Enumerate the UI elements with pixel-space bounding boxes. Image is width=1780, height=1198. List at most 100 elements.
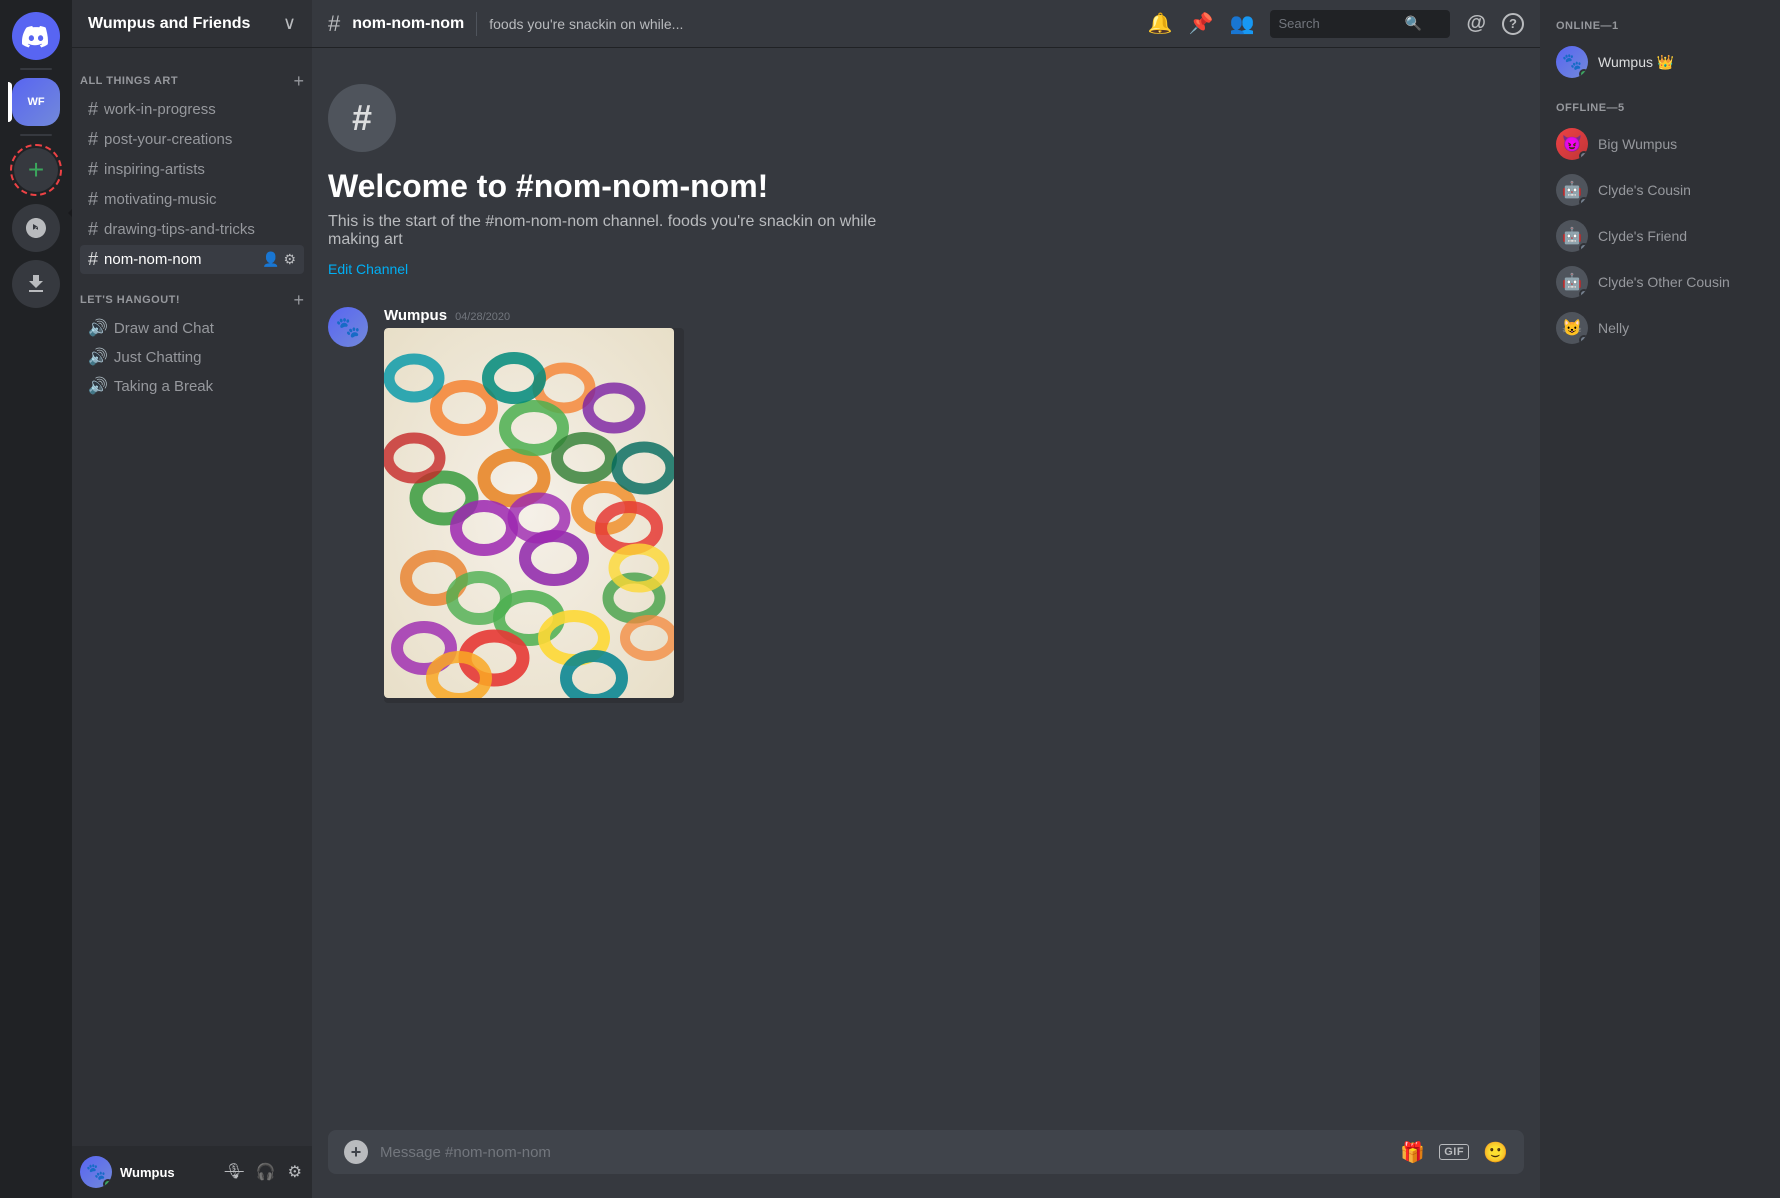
server-name-bar[interactable]: Wumpus and Friends ∨ <box>72 0 312 48</box>
offline-section-title: OFFLINE—5 <box>1548 86 1772 122</box>
channel-motivating-music[interactable]: # motivating-music <box>80 185 304 214</box>
member-clydes-other-cousin[interactable]: 🤖 Clyde's Other Cousin <box>1548 260 1772 304</box>
clydes-friend-emoji: 🤖 <box>1562 226 1582 246</box>
channel-sidebar: Wumpus and Friends ∨ ALL THINGS ART + # … <box>72 0 312 1198</box>
channel-nom-nom-nom[interactable]: # nom-nom-nom 👤 ⚙ <box>80 245 304 274</box>
channel-header-hash-icon: # <box>328 11 340 37</box>
server-divider <box>20 68 52 70</box>
category-lets-hangout-label: LET'S HANGOUT! <box>80 294 180 306</box>
channel-welcome-icon: # <box>328 84 396 152</box>
member-wumpus[interactable]: 🐾 Wumpus 👑 <box>1548 40 1772 84</box>
channel-messages: # Welcome to #nom-nom-nom! This is the s… <box>312 48 1540 1130</box>
clydes-cousin-name: Clyde's Cousin <box>1598 182 1691 198</box>
user-bar-controls: 🎙 🎧 ⚙ <box>223 1160 304 1184</box>
header-divider <box>476 12 477 36</box>
server-wumpus-icon[interactable]: WF <box>12 78 60 126</box>
wumpus-name: Wumpus 👑 <box>1598 54 1674 71</box>
channel-inspiring-artists[interactable]: # inspiring-artists <box>80 155 304 184</box>
help-icon[interactable]: ? <box>1502 13 1524 35</box>
category-add-voice-icon[interactable]: + <box>293 291 304 309</box>
message-image <box>384 328 684 703</box>
notification-bell-icon[interactable]: 🔔 <box>1148 11 1173 36</box>
nelly-avatar: 😺 <box>1556 312 1588 344</box>
main-content: # nom-nom-nom foods you're snackin on wh… <box>312 0 1540 1198</box>
channel-invite-icon[interactable]: 👤 <box>262 251 279 268</box>
author-avatar-emoji: 🐾 <box>336 315 361 340</box>
welcome-hash-icon: # <box>352 97 372 139</box>
emoji-picker-icon[interactable]: 🙂 <box>1483 1140 1508 1165</box>
channel-header-name: nom-nom-nom <box>352 15 464 33</box>
channel-header-desc: foods you're snackin on while... <box>489 16 1136 32</box>
server-initials: WF <box>27 96 44 108</box>
clydes-other-cousin-emoji: 🤖 <box>1562 272 1582 292</box>
category-all-things-art[interactable]: ALL THINGS ART + <box>72 56 312 94</box>
deafen-headphones-button[interactable]: 🎧 <box>254 1160 278 1184</box>
wumpus-online-dot <box>1579 69 1588 78</box>
members-sidebar: ONLINE—1 🐾 Wumpus 👑 OFFLINE—5 😈 Big Wump… <box>1540 0 1780 1198</box>
clydes-friend-offline-dot <box>1579 243 1588 252</box>
server-name: Wumpus and Friends <box>88 15 250 33</box>
nelly-offline-dot <box>1579 335 1588 344</box>
channel-hash-icon: # <box>88 249 98 270</box>
wumpus-avatar-emoji: 🐾 <box>1562 52 1582 72</box>
voice-just-chatting[interactable]: 🔊 Just Chatting <box>80 343 304 371</box>
member-clydes-friend[interactable]: 🤖 Clyde's Friend <box>1548 214 1772 258</box>
online-section-title: ONLINE—1 <box>1548 16 1772 40</box>
user-settings-button[interactable]: ⚙ <box>286 1160 304 1184</box>
welcome-title: Welcome to #nom-nom-nom! <box>328 168 1524 205</box>
voice-draw-and-chat[interactable]: 🔊 Draw and Chat <box>80 314 304 342</box>
members-list-icon[interactable]: 👥 <box>1230 11 1255 36</box>
big-wumpus-emoji: 😈 <box>1562 134 1582 154</box>
clydes-other-cousin-name: Clyde's Other Cousin <box>1598 274 1730 290</box>
message-content: Wumpus 04/28/2020 <box>384 307 1524 703</box>
channel-post-your-creations[interactable]: # post-your-creations <box>80 125 304 154</box>
server-sidebar: WF + Add a Server <box>0 0 72 1198</box>
explore-public-servers-button[interactable] <box>12 204 60 252</box>
search-input[interactable] <box>1278 16 1398 31</box>
channel-work-in-progress[interactable]: # work-in-progress <box>80 95 304 124</box>
message-author-name: Wumpus <box>384 307 447 324</box>
input-icons: 🎁 GIF 🙂 <box>1400 1140 1508 1165</box>
welcome-description: This is the start of the #nom-nom-nom ch… <box>328 213 928 249</box>
server-divider-2 <box>20 134 52 136</box>
clydes-friend-avatar: 🤖 <box>1556 220 1588 252</box>
add-server-plus-icon: + <box>28 156 44 184</box>
message-header: Wumpus 04/28/2020 <box>384 307 1524 324</box>
search-bar[interactable]: 🔍 <box>1270 10 1450 38</box>
edit-channel-link[interactable]: Edit Channel <box>328 261 408 277</box>
voice-taking-a-break[interactable]: 🔊 Taking a Break <box>80 372 304 400</box>
cereal-image-svg <box>384 328 674 698</box>
clydes-other-cousin-avatar: 🤖 <box>1556 266 1588 298</box>
member-clydes-cousin[interactable]: 🤖 Clyde's Cousin <box>1548 168 1772 212</box>
message-text-input[interactable] <box>380 1144 1388 1161</box>
channel-settings-icon[interactable]: ⚙ <box>283 251 296 268</box>
member-big-wumpus[interactable]: 😈 Big Wumpus <box>1548 122 1772 166</box>
discord-home-button[interactable] <box>12 12 60 60</box>
wumpus-avatar: 🐾 <box>1556 46 1588 78</box>
download-apps-button[interactable] <box>12 260 60 308</box>
at-icon[interactable]: @ <box>1466 12 1486 35</box>
server-dropdown-icon: ∨ <box>283 13 296 34</box>
big-wumpus-name: Big Wumpus <box>1598 136 1677 152</box>
category-lets-hangout[interactable]: LET'S HANGOUT! + <box>72 275 312 313</box>
gift-icon[interactable]: 🎁 <box>1400 1140 1425 1165</box>
add-content-button[interactable]: + <box>344 1140 368 1164</box>
channel-drawing-tips-and-tricks[interactable]: # drawing-tips-and-tricks <box>80 215 304 244</box>
pin-icon[interactable]: 📌 <box>1189 11 1214 36</box>
mute-microphone-button[interactable]: 🎙 <box>223 1160 246 1184</box>
channel-hash-icon: # <box>88 99 98 120</box>
category-add-channel-icon[interactable]: + <box>293 72 304 90</box>
channel-list: ALL THINGS ART + # work-in-progress # po… <box>72 48 312 1146</box>
member-nelly[interactable]: 😺 Nelly <box>1548 306 1772 350</box>
message-input-bar: + 🎁 GIF 🙂 <box>328 1130 1524 1174</box>
clydes-cousin-avatar: 🤖 <box>1556 174 1588 206</box>
user-name: Wumpus <box>120 1165 215 1180</box>
channel-welcome: # Welcome to #nom-nom-nom! This is the s… <box>328 64 1524 299</box>
add-server-button[interactable]: + <box>10 144 62 196</box>
big-wumpus-avatar: 😈 <box>1556 128 1588 160</box>
clydes-other-cousin-offline-dot <box>1579 289 1588 298</box>
add-server-wrapper: + Add a Server <box>10 144 62 196</box>
gif-button[interactable]: GIF <box>1439 1144 1469 1160</box>
voice-channel-icon: 🔊 <box>88 318 108 338</box>
message-input-area: + 🎁 GIF 🙂 <box>312 1130 1540 1198</box>
